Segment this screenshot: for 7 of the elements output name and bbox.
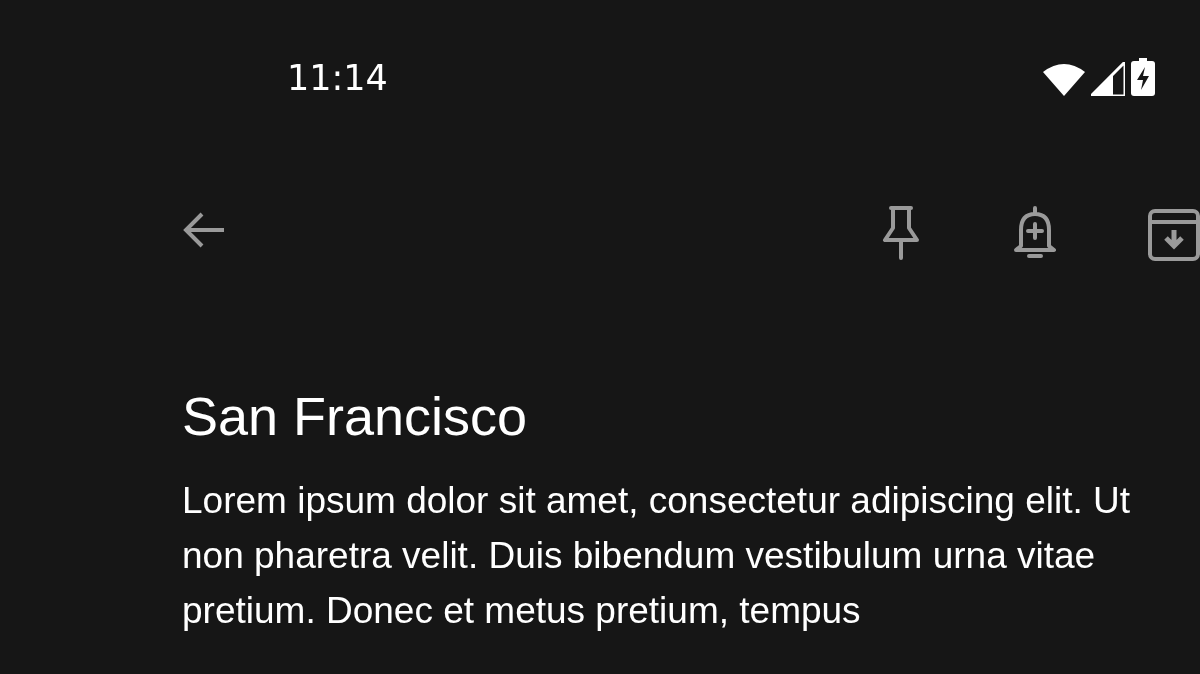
archive-button[interactable] (1147, 208, 1200, 262)
note-title: San Francisco (182, 385, 529, 448)
status-time: 11:14 (287, 58, 388, 98)
battery-icon (1131, 58, 1155, 96)
signal-icon (1091, 62, 1125, 96)
wifi-icon (1043, 64, 1085, 96)
note-body: Lorem ipsum dolor sit amet, consectetur adipiscing elit. Ut non pharetra velit. Duis bibendum vestibulum urna vitae pretium. Donec et metus pretium, tempus (182, 479, 1132, 633)
